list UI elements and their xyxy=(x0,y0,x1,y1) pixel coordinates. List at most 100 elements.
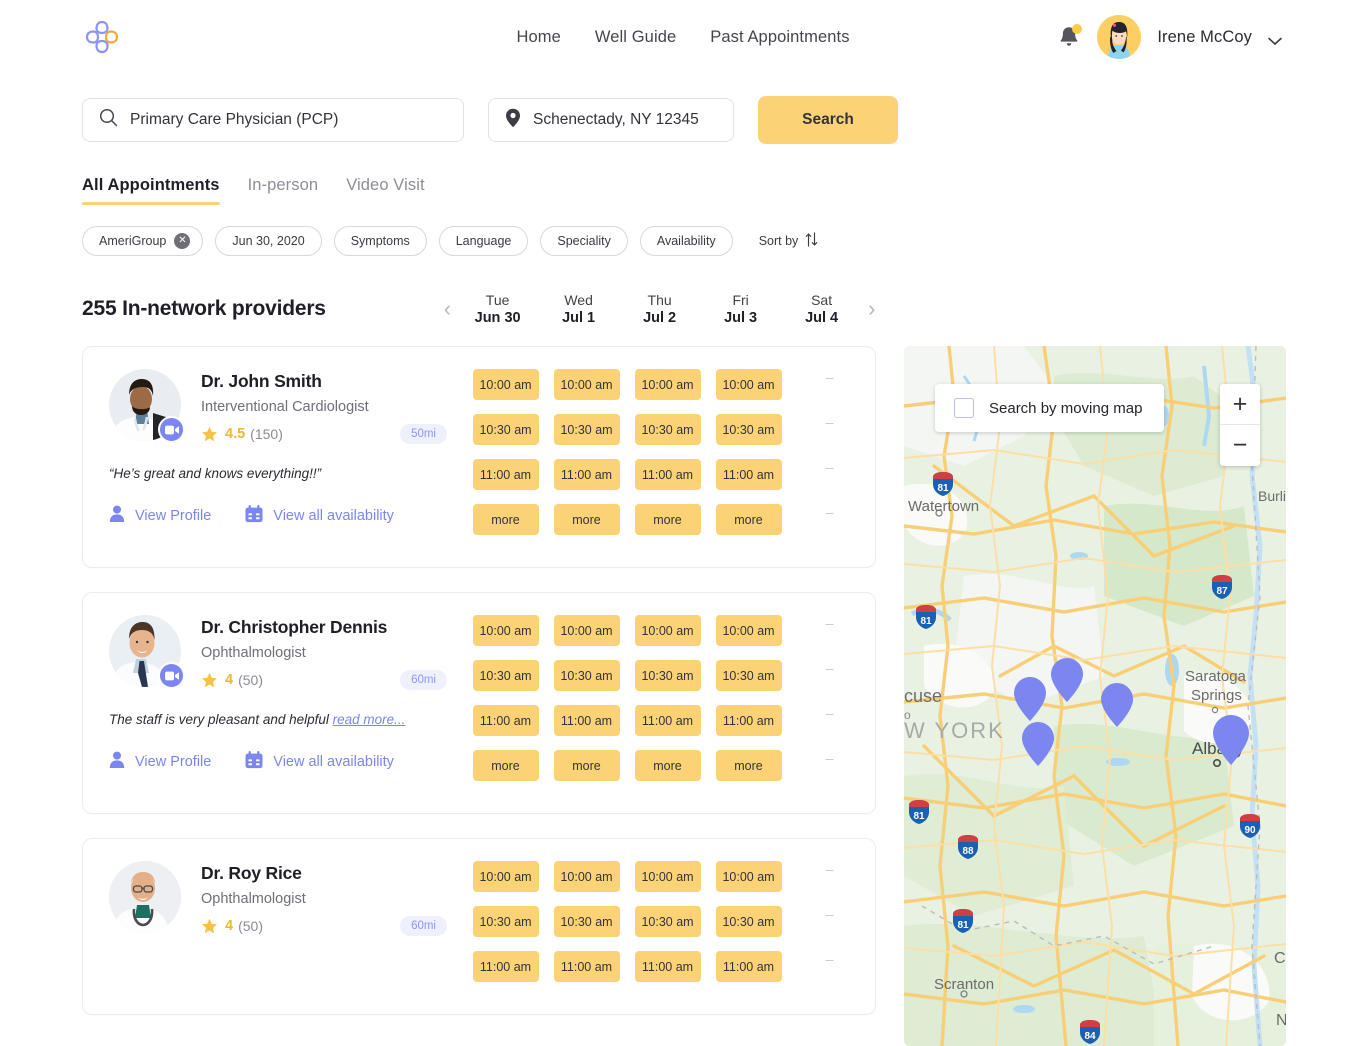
time-slot[interactable]: 10:30 am xyxy=(715,660,782,691)
view-profile-link[interactable]: View Profile xyxy=(109,505,211,526)
time-slot[interactable]: 10:00 am xyxy=(553,369,620,400)
slot-unavailable: – xyxy=(825,861,834,877)
slot-cell: 11:00 am xyxy=(465,459,546,490)
slot-cell: 10:00 am xyxy=(708,861,789,892)
more-slots-button[interactable]: more xyxy=(553,750,620,781)
filter-chip-amerigroup[interactable]: AmeriGroup ✕ xyxy=(82,226,204,256)
filter-chip-speciality[interactable]: Speciality xyxy=(540,226,628,256)
location-search-value: Schenectady, NY 12345 xyxy=(533,111,699,128)
time-slot[interactable]: 11:00 am xyxy=(715,705,782,736)
time-slot[interactable]: 11:00 am xyxy=(472,459,539,490)
tab-video-visit[interactable]: Video Visit xyxy=(346,176,424,205)
time-slot[interactable]: 11:00 am xyxy=(715,951,782,982)
time-slot[interactable]: 10:00 am xyxy=(634,615,701,646)
time-slot[interactable]: 10:00 am xyxy=(715,861,782,892)
avatar[interactable] xyxy=(1097,15,1142,59)
time-slot[interactable]: 11:00 am xyxy=(634,951,701,982)
date-dow: Fri xyxy=(732,292,749,308)
location-search-field[interactable]: Schenectady, NY 12345 xyxy=(488,98,734,142)
more-slots-button[interactable]: more xyxy=(472,504,539,535)
more-slots-button[interactable]: more xyxy=(715,750,782,781)
date-column-tue[interactable]: Tue Jun 30 xyxy=(457,292,538,326)
slot-cell: 10:30 am xyxy=(627,414,708,445)
time-slot[interactable]: 10:30 am xyxy=(472,414,539,445)
time-slot[interactable]: 10:30 am xyxy=(634,906,701,937)
more-slots-button[interactable]: more xyxy=(634,750,701,781)
time-slot[interactable]: 10:30 am xyxy=(634,414,701,445)
time-slot[interactable]: 11:00 am xyxy=(715,459,782,490)
provider-card[interactable]: Dr. John Smith Interventional Cardiologi… xyxy=(82,346,876,568)
nav-item-past-appointments[interactable]: Past Appointments xyxy=(710,28,849,47)
time-slot[interactable]: 10:30 am xyxy=(553,414,620,445)
time-slot[interactable]: 10:30 am xyxy=(553,660,620,691)
time-slot[interactable]: 10:30 am xyxy=(472,906,539,937)
slot-grid: 10:00 am 10:00 am 10:00 am 10:00 am – 10… xyxy=(465,593,875,813)
time-slot[interactable]: 10:00 am xyxy=(472,861,539,892)
specialty-search-field[interactable]: Primary Care Physician (PCP) xyxy=(82,98,464,142)
time-slot[interactable]: 11:00 am xyxy=(634,705,701,736)
time-slot[interactable]: 10:30 am xyxy=(634,660,701,691)
filter-chip-date[interactable]: Jun 30, 2020 xyxy=(215,226,322,256)
time-slot[interactable]: 10:30 am xyxy=(715,414,782,445)
map-panel[interactable]: 81 81 87 81 90 88 81 84 Watertown Burli … xyxy=(904,346,1286,1046)
search-by-moving-map-checkbox[interactable] xyxy=(954,398,974,418)
more-slots-button[interactable]: more xyxy=(553,504,620,535)
filter-chip-language[interactable]: Language xyxy=(438,226,529,256)
read-more-link[interactable]: read more... xyxy=(333,712,406,727)
bell-icon[interactable] xyxy=(1057,24,1083,50)
time-slot[interactable]: 10:30 am xyxy=(472,660,539,691)
plus-icon[interactable]: + xyxy=(1220,384,1260,425)
time-slot[interactable]: 11:00 am xyxy=(472,951,539,982)
slot-unavailable: – xyxy=(825,705,834,721)
more-slots-button[interactable]: more xyxy=(715,504,782,535)
chevron-down-icon[interactable] xyxy=(1268,33,1282,45)
time-slot[interactable]: 10:00 am xyxy=(715,369,782,400)
sort-by-control[interactable]: Sort by xyxy=(759,232,819,250)
slot-row: more more more more – xyxy=(465,504,875,535)
time-slot[interactable]: 10:00 am xyxy=(472,369,539,400)
time-slot[interactable]: 11:00 am xyxy=(472,705,539,736)
time-slot[interactable]: 10:30 am xyxy=(715,906,782,937)
provider-card[interactable]: Dr. Christopher Dennis Ophthalmologist 4… xyxy=(82,592,876,814)
time-slot[interactable]: 10:00 am xyxy=(634,369,701,400)
clover-logo[interactable] xyxy=(82,17,122,57)
slot-row: 10:30 am 10:30 am 10:30 am 10:30 am – xyxy=(465,414,875,445)
close-circle-icon[interactable]: ✕ xyxy=(174,233,191,249)
chevron-right-icon[interactable]: › xyxy=(862,298,881,320)
time-slot[interactable]: 10:00 am xyxy=(715,615,782,646)
more-slots-button[interactable]: more xyxy=(634,504,701,535)
more-slots-button[interactable]: more xyxy=(472,750,539,781)
time-slot[interactable]: 10:00 am xyxy=(472,615,539,646)
chevron-left-icon[interactable]: ‹ xyxy=(438,298,457,320)
date-column-thu[interactable]: Thu Jul 2 xyxy=(619,292,700,326)
view-profile-link[interactable]: View Profile xyxy=(109,751,211,772)
time-slot[interactable]: 10:00 am xyxy=(553,861,620,892)
time-slot[interactable]: 10:00 am xyxy=(634,861,701,892)
time-slot[interactable]: 11:00 am xyxy=(634,459,701,490)
search-button[interactable]: Search xyxy=(758,96,898,144)
provider-summary: Dr. John Smith Interventional Cardiologi… xyxy=(83,347,465,567)
time-slot[interactable]: 11:00 am xyxy=(553,951,620,982)
search-by-moving-map-control[interactable]: Search by moving map xyxy=(935,384,1165,432)
filter-chip-symptoms[interactable]: Symptoms xyxy=(333,226,427,256)
view-availability-link[interactable]: View all availability xyxy=(245,504,394,527)
slot-cell: 10:30 am xyxy=(546,414,627,445)
view-availability-link[interactable]: View all availability xyxy=(245,750,394,773)
time-slot[interactable]: 10:00 am xyxy=(553,615,620,646)
tab-in-person[interactable]: In-person xyxy=(248,176,319,205)
minus-icon[interactable]: − xyxy=(1220,425,1260,466)
slot-cell: 10:30 am xyxy=(708,906,789,937)
time-slot[interactable]: 11:00 am xyxy=(553,705,620,736)
nav-item-well-guide[interactable]: Well Guide xyxy=(595,28,676,47)
time-slot[interactable]: 11:00 am xyxy=(553,459,620,490)
provider-header: Dr. Christopher Dennis Ophthalmologist 4… xyxy=(109,615,465,690)
date-column-wed[interactable]: Wed Jul 1 xyxy=(538,292,619,326)
date-column-fri[interactable]: Fri Jul 3 xyxy=(700,292,781,326)
nav-item-home[interactable]: Home xyxy=(516,28,560,47)
provider-card[interactable]: Dr. Roy Rice Ophthalmologist 4 (50) 60mi xyxy=(82,838,876,1015)
time-slot[interactable]: 10:30 am xyxy=(553,906,620,937)
date-column-sat[interactable]: Sat Jul 4 xyxy=(781,292,862,326)
filter-chip-availability[interactable]: Availability xyxy=(639,226,733,256)
results-body: Dr. John Smith Interventional Cardiologi… xyxy=(0,346,1366,1046)
tab-all-appointments[interactable]: All Appointments xyxy=(82,176,220,205)
